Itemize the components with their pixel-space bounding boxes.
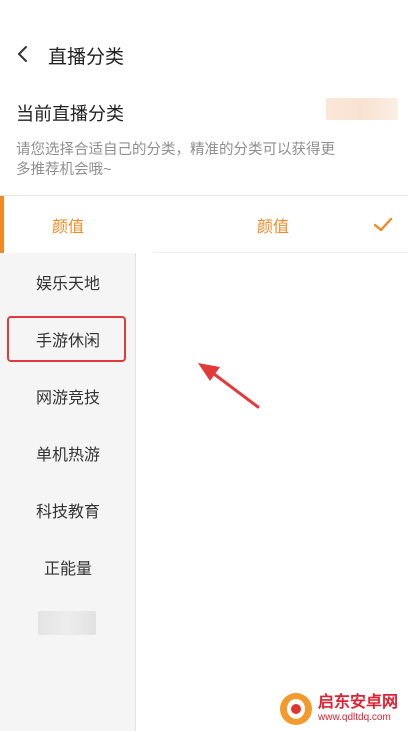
current-category-label: 当前直播分类 [16, 104, 124, 124]
current-category-value [326, 98, 398, 120]
subcategory-row-selected[interactable]: 颜值 [153, 196, 408, 253]
sidebar-item-label: 正能量 [43, 560, 92, 578]
watermark: 启东安卓网 www.qdltdq.com [278, 686, 408, 731]
sidebar-item-entertainment[interactable]: 娱乐天地 [0, 253, 136, 310]
category-sidebar: 颜值 娱乐天地 手游休闲 网游竞技 单机热游 科技教育 正能量 [0, 196, 136, 731]
sidebar-item-label: 单机热游 [35, 446, 100, 464]
sidebar-item-blurred[interactable] [38, 611, 96, 635]
sidebar-item-tech-education[interactable]: 科技教育 [0, 481, 136, 538]
page-title: 直播分类 [48, 47, 125, 68]
subcategory-label: 颜值 [256, 218, 289, 236]
sidebar-item-single-player[interactable]: 单机热游 [0, 424, 136, 481]
watermark-url: www.qdltdq.com [318, 711, 391, 723]
sidebar-item-label: 网游竞技 [35, 389, 100, 407]
watermark-logo-icon [280, 692, 312, 725]
annotation-highlight-box [7, 316, 126, 362]
checkmark-icon [373, 217, 393, 232]
sidebar-item-label: 娱乐天地 [35, 275, 100, 293]
sidebar-item-label: 科技教育 [35, 503, 100, 521]
sidebar-item-yanzhi[interactable]: 颜值 [0, 196, 136, 253]
annotation-arrow-icon [198, 363, 260, 409]
header: 直播分类 [0, 0, 408, 110]
sidebar-item-label: 颜值 [51, 218, 84, 236]
subcategory-panel: 颜值 [137, 196, 408, 731]
back-arrow-icon[interactable] [12, 38, 36, 70]
sidebar-item-online-games[interactable]: 网游竞技 [0, 367, 136, 424]
watermark-name: 启东安卓网 [318, 693, 399, 711]
sidebar-item-positive-energy[interactable]: 正能量 [0, 538, 136, 595]
hint-text: 请您选择合适自己的分类，精准的分类可以获得更多推荐机会哦~ [16, 142, 335, 178]
watermark-text: 启东安卓网 www.qdltdq.com [318, 694, 398, 724]
